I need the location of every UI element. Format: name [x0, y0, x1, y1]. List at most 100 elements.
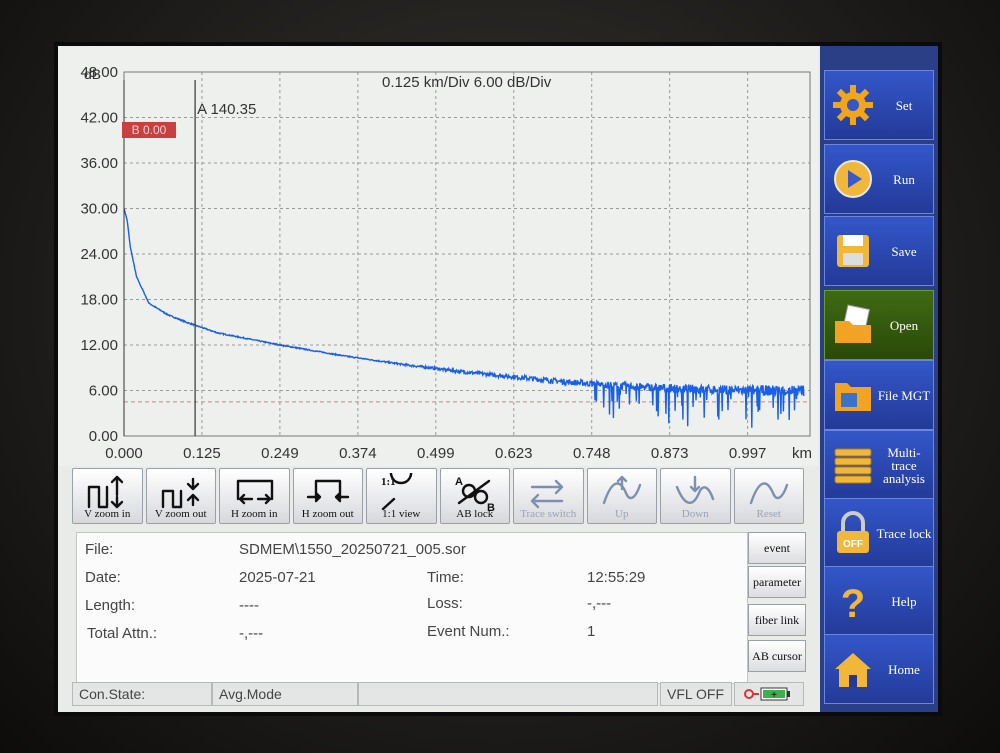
- date-value: 2025-07-21: [239, 569, 316, 586]
- plot-toolbar: V zoom in V zoom out H zoom in H zoom out 1:…: [72, 468, 804, 524]
- x-tick-label: 0.748: [573, 445, 611, 462]
- menu-home[interactable]: Home: [824, 634, 934, 704]
- cursor-a-label: A 140.35: [197, 101, 256, 118]
- file-value: SDMEM\1550_20250721_005.sor: [239, 541, 466, 558]
- status-bar: Con.State: Avg.Mode VFL OFF +: [72, 682, 812, 708]
- reset-icon: [749, 482, 788, 505]
- home-icon: [835, 653, 871, 687]
- v-zoom-in-button[interactable]: V zoom in: [72, 468, 143, 524]
- h-zoom-out-button[interactable]: H zoom out: [292, 468, 363, 524]
- x-tick-label: 0.997: [729, 445, 767, 462]
- stack-icon: [834, 448, 872, 484]
- reset-button[interactable]: Reset: [733, 468, 804, 524]
- battery-status: +: [734, 682, 804, 706]
- time-label: Time:: [427, 569, 464, 586]
- event-num-label: Event Num.:: [427, 623, 510, 640]
- menu-file-mgt[interactable]: File MGT: [824, 360, 934, 430]
- menu-set[interactable]: Set: [824, 70, 934, 140]
- ab-cursor-button[interactable]: AB cursor: [748, 640, 806, 672]
- y-unit-label: dB: [84, 66, 102, 82]
- event-button[interactable]: event: [748, 532, 806, 564]
- y-tick-label: 24.00: [80, 246, 118, 263]
- x-unit-label: km: [792, 445, 812, 462]
- trace-switch-icon: [531, 479, 564, 509]
- connection-state: Con.State:: [72, 682, 212, 706]
- loss-label: Loss:: [427, 595, 463, 612]
- menu-run[interactable]: Run: [824, 144, 934, 214]
- h-zoom-in-button[interactable]: H zoom in: [219, 468, 290, 524]
- file-label: File:: [85, 541, 114, 558]
- menu-label: Home: [888, 661, 920, 677]
- menu-help[interactable]: ? Help: [824, 566, 934, 636]
- vfl-status: VFL OFF: [660, 682, 732, 706]
- menu-save[interactable]: Save: [824, 216, 934, 286]
- plot-grid: [123, 71, 811, 437]
- h-zoom-in-icon: [237, 479, 274, 505]
- a-glyph: A: [455, 476, 463, 488]
- gear-icon: [833, 85, 873, 125]
- cursor-b-label: B 0.00: [132, 123, 167, 137]
- x-tick-label: 0.000: [105, 445, 143, 462]
- menu-multi-trace-analysis[interactable]: Multi-trace analysis: [824, 430, 934, 500]
- trace-line: [123, 208, 805, 428]
- trace-switch-button[interactable]: Trace switch: [513, 468, 584, 524]
- y-tick-label: 36.00: [80, 155, 118, 172]
- total-attn-label: Total Attn.:: [87, 625, 158, 642]
- y-tick-label: 12.00: [80, 337, 118, 354]
- time-value: 12:55:29: [587, 569, 646, 586]
- v-zoom-in-icon: [88, 475, 124, 509]
- svg-text:+: +: [771, 690, 777, 701]
- date-label: Date:: [85, 569, 121, 586]
- question-icon: ?: [841, 582, 865, 623]
- menu-label: Set: [895, 97, 913, 113]
- ab-lock-icon: AB: [455, 476, 495, 513]
- trace-plot[interactable]: 48.00 42.00 36.00 30.00 24.00 18.00 12.00 6.00 0…: [58, 46, 818, 466]
- menu-label: Run: [893, 171, 915, 187]
- off-glyph: OFF: [843, 539, 863, 550]
- status-blank: [358, 682, 658, 706]
- menu-label: Open: [889, 317, 919, 333]
- trace-info-panel: File: SDMEM\1550_20250721_005.sor Date: …: [76, 532, 748, 684]
- menu-open[interactable]: Open: [824, 290, 934, 360]
- magnifier-icon: 1:1: [381, 473, 413, 511]
- parameter-button[interactable]: parameter: [748, 566, 806, 598]
- question-glyph: ?: [841, 582, 865, 623]
- up-button[interactable]: Up: [586, 468, 657, 524]
- scale-info: 0.125 km/Div 6.00 dB/Div: [382, 74, 552, 91]
- length-label: Length:: [85, 597, 136, 614]
- battery-icon: +: [744, 687, 790, 701]
- event-num-value: 1: [587, 623, 596, 640]
- x-tick-label: 0.249: [261, 445, 299, 462]
- folder-open-icon: [835, 304, 871, 343]
- right-menu: Set Run Save Open File MGT Multi-trace analys…: [820, 46, 938, 712]
- loss-value: -,---: [587, 595, 612, 612]
- trace-chart[interactable]: 48.0042.0036.0030.0024.0018.0012.006.000…: [58, 46, 818, 466]
- play-icon: [834, 160, 872, 198]
- length-value: ----: [239, 597, 259, 614]
- x-tick-label: 0.499: [417, 445, 455, 462]
- menu-label: Save: [891, 243, 917, 259]
- down-button[interactable]: Down: [660, 468, 731, 524]
- up-icon: [602, 475, 641, 505]
- y-tick-label: 6.00: [89, 383, 118, 400]
- menu-trace-lock[interactable]: OFF Trace lock: [824, 498, 934, 568]
- otdr-screen: 48.00 42.00 36.00 30.00 24.00 18.00 12.00 6.00 0…: [58, 46, 938, 712]
- total-attn-value: -,---: [239, 625, 264, 642]
- x-tick-label: 0.374: [339, 445, 377, 462]
- one-to-one-glyph: 1:1: [381, 476, 396, 488]
- y-tick-label: 30.00: [80, 201, 118, 218]
- down-icon: [676, 475, 715, 504]
- 1-1-view-button[interactable]: 1:1 1:1 view: [366, 468, 437, 524]
- v-zoom-out-button[interactable]: V zoom out: [145, 468, 216, 524]
- ab-lock-button[interactable]: A B AB lock: [439, 468, 510, 524]
- menu-label: Trace lock: [876, 525, 932, 541]
- fiber-link-button[interactable]: fiber link: [748, 604, 806, 636]
- h-zoom-out-icon: [306, 479, 349, 503]
- y-tick-label: 42.00: [80, 110, 118, 127]
- menu-label: Help: [891, 593, 917, 609]
- v-zoom-out-icon: [161, 477, 199, 509]
- x-tick-label: 0.623: [495, 445, 533, 462]
- x-tick-label: 0.125: [183, 445, 221, 462]
- menu-label: File MGT: [877, 387, 931, 403]
- lock-icon: OFF: [837, 511, 869, 553]
